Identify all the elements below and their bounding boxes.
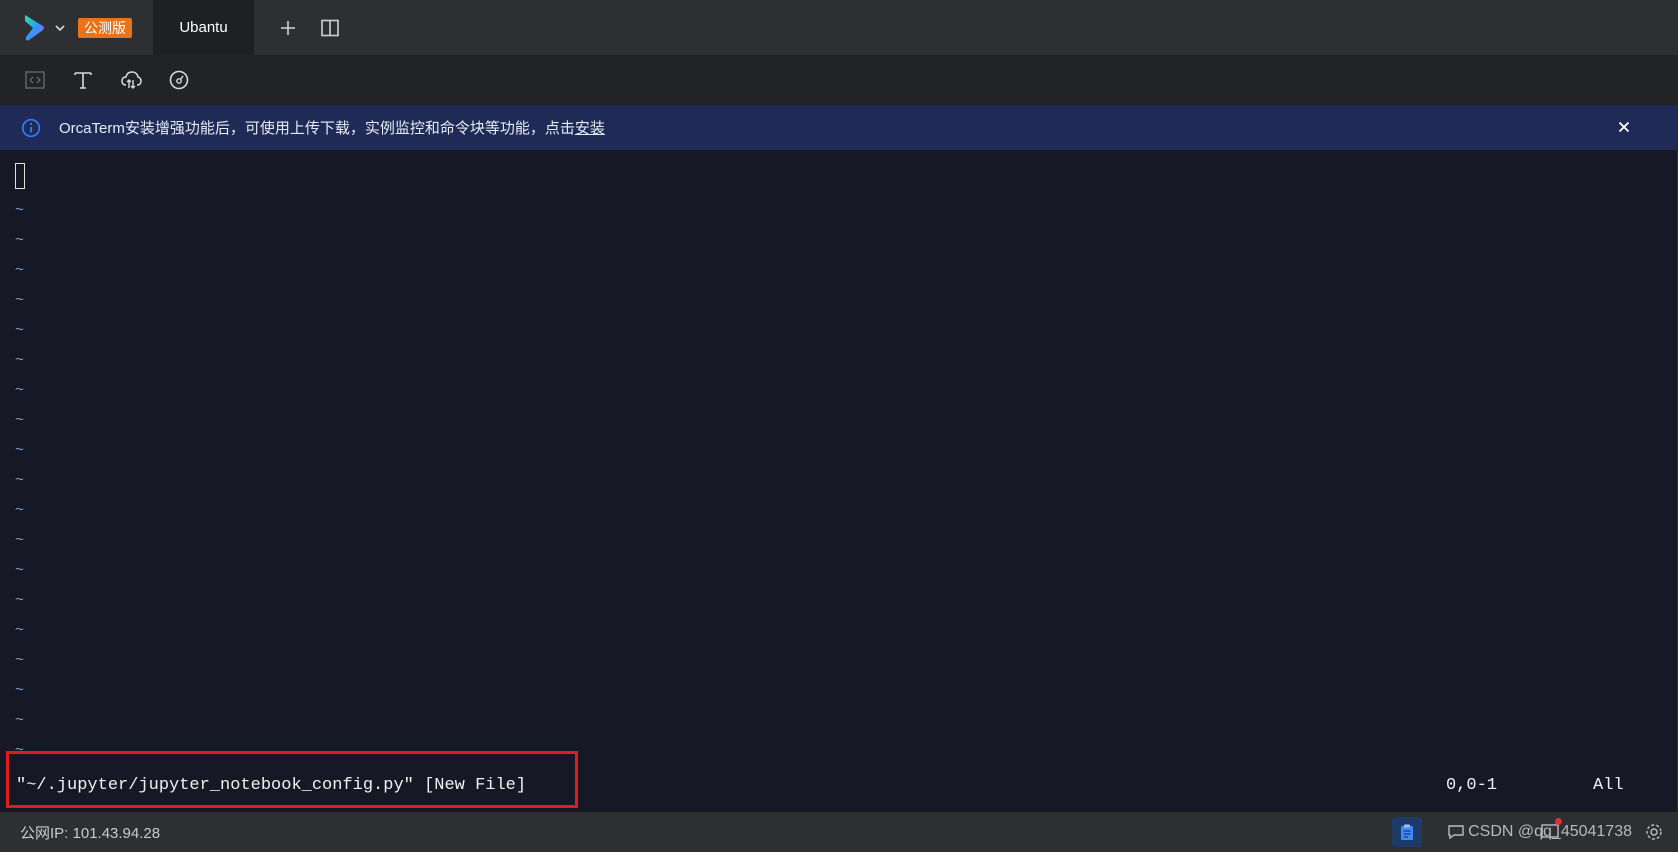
feedback-icon[interactable] [1446, 822, 1466, 842]
tilde-line: ~ [15, 352, 25, 369]
tab-ubantu[interactable]: Ubantu [153, 0, 254, 55]
terminal-cursor [15, 163, 25, 189]
upload-download-button[interactable] [117, 66, 145, 94]
plus-icon [281, 20, 295, 35]
code-editor-button[interactable] [21, 66, 49, 94]
tab-label: Ubantu [179, 19, 228, 36]
split-pane-icon [321, 19, 339, 36]
bottom-right-controls: CSDN @qq_45041738 [1392, 812, 1678, 852]
tilde-line: ~ [15, 262, 25, 279]
tilde-line: ~ [15, 532, 25, 549]
chevron-down-icon[interactable] [54, 22, 66, 34]
cloud-transfer-icon [121, 71, 142, 89]
tilde-line: ~ [15, 382, 25, 399]
text-format-icon [74, 72, 92, 89]
notification-dot [1555, 818, 1562, 825]
tilde-line: ~ [15, 682, 25, 699]
new-tab-button[interactable] [274, 14, 302, 42]
tilde-line: ~ [15, 202, 25, 219]
info-icon [21, 118, 41, 137]
close-icon[interactable] [1614, 117, 1634, 137]
code-icon [25, 71, 45, 89]
highlight-box [6, 751, 578, 808]
gauge-icon [169, 70, 189, 90]
tilde-line: ~ [15, 592, 25, 609]
install-link[interactable]: 安装 [575, 120, 605, 137]
toolbar [0, 55, 1678, 105]
public-ip-label: 公网IP: 101.43.94.28 [20, 824, 161, 842]
split-view-button[interactable] [316, 14, 344, 42]
orcaterm-logo-icon [25, 14, 44, 41]
tilde-line: ~ [15, 652, 25, 669]
clipboard-icon [1401, 824, 1414, 840]
scroll-indicator: All [1593, 776, 1624, 795]
notifications-button[interactable] [1540, 818, 1562, 841]
tilde-line: ~ [15, 232, 25, 249]
banner-text: OrcaTerm安装增强功能后，可使用上传下载，实例监控和命令块等功能，点击安装 [59, 120, 605, 137]
terminal-screen[interactable]: ~ ~ ~ ~ ~ ~ ~ ~ ~ ~ ~ ~ ~ ~ ~ ~ ~ ~ ~ [0, 150, 1678, 812]
tilde-line: ~ [15, 472, 25, 489]
tilde-line: ~ [15, 562, 25, 579]
clipboard-button[interactable] [1392, 817, 1423, 847]
tilde-line: ~ [15, 322, 25, 339]
settings-icon[interactable] [1644, 822, 1664, 842]
install-notice-banner: OrcaTerm安装增强功能后，可使用上传下载，实例监控和命令块等功能，点击安装 [0, 105, 1678, 150]
font-settings-button[interactable] [69, 66, 97, 94]
tilde-line: ~ [15, 412, 25, 429]
tilde-line: ~ [15, 292, 25, 309]
empty-line-markers: ~ ~ ~ ~ ~ ~ ~ ~ ~ ~ ~ ~ ~ ~ ~ ~ ~ ~ ~ [15, 196, 24, 766]
beta-badge: 公测版 [78, 17, 132, 38]
bottom-status-bar: 公网IP: 101.43.94.28 CSDN @qq_45041738 [0, 812, 1678, 852]
tilde-line: ~ [15, 622, 25, 639]
tilde-line: ~ [15, 712, 25, 729]
title-bar: 公测版 Ubantu [0, 0, 1678, 55]
tilde-line: ~ [15, 442, 25, 459]
app-menu[interactable]: 公测版 [0, 13, 138, 43]
tilde-line: ~ [15, 502, 25, 519]
monitor-button[interactable] [165, 66, 193, 94]
cursor-position: 0,0-1 [1446, 776, 1498, 795]
